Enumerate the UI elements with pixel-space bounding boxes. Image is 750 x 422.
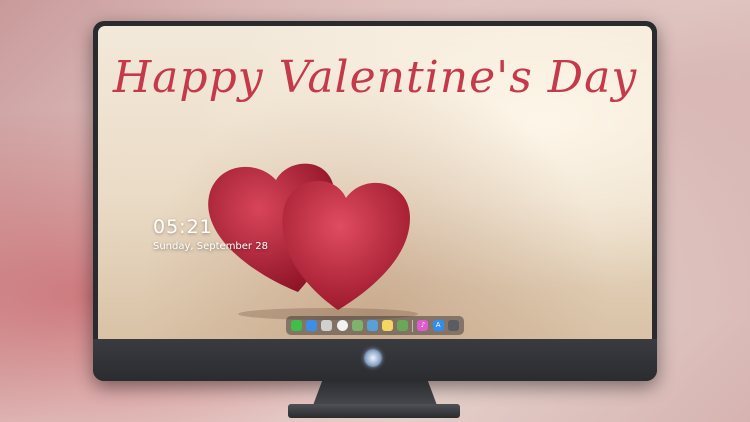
preview-icon[interactable] [351,320,363,331]
dock: ♪ A [286,316,464,335]
camera-icon[interactable] [447,320,459,331]
brand-logo-icon [364,349,382,367]
notes-icon[interactable] [382,320,394,331]
contacts-icon[interactable] [321,320,333,331]
lock-date: Sunday, September 28 [153,241,268,252]
monitor-stand-base [288,404,460,418]
lock-time: 05:21 [153,216,213,238]
messages-icon[interactable] [291,320,303,331]
music-icon[interactable]: ♪ [417,320,429,331]
desktop-screen: Happy Valentine's Day 05:21 Sunday, Sept… [98,26,652,339]
dock-separator [412,319,414,332]
app-store-icon[interactable]: A [432,320,444,331]
clapper-icon[interactable] [366,320,378,331]
monitor: Happy Valentine's Day 05:21 Sunday, Sept… [93,21,657,381]
wallpaper-title: Happy Valentine's Day [112,52,638,103]
finder-icon[interactable] [306,320,318,331]
clock-icon[interactable] [336,320,348,331]
photos-icon[interactable] [397,320,409,331]
hearts-illustration [208,163,418,320]
monitor-chin [93,339,657,381]
front-heart [282,180,410,310]
